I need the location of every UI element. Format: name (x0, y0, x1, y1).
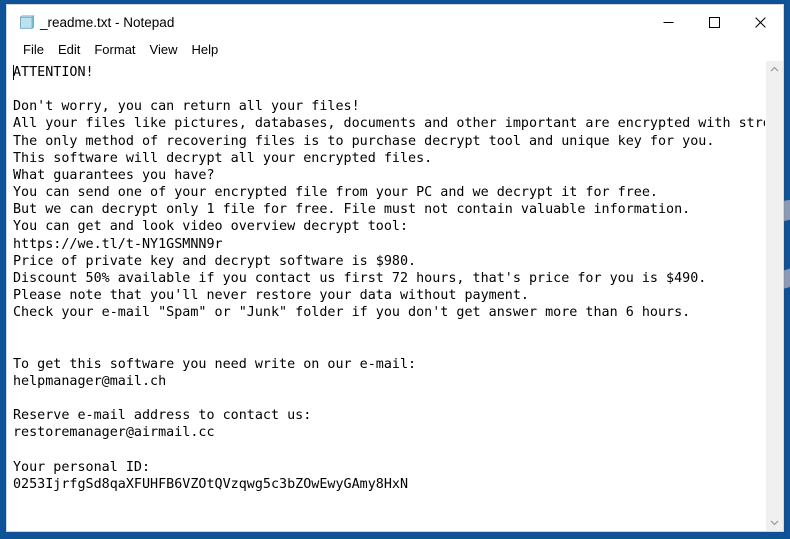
text-editor[interactable]: ATTENTION! Don't worry, you can return a… (7, 61, 765, 531)
window-title: _readme.txt - Notepad (40, 14, 175, 30)
text-caret (13, 65, 14, 80)
close-button[interactable] (737, 5, 783, 39)
scrollbar-track[interactable] (766, 78, 783, 514)
title-bar-left: _readme.txt - Notepad (7, 14, 645, 31)
scroll-down-button[interactable] (766, 514, 783, 531)
editor-area: ATTENTION! Don't worry, you can return a… (7, 61, 783, 531)
notepad-document-icon (19, 14, 35, 29)
chevron-down-icon (770, 520, 779, 526)
menu-item-edit[interactable]: Edit (51, 41, 87, 59)
minimize-icon (663, 21, 673, 23)
vertical-scrollbar[interactable] (765, 61, 783, 531)
menu-item-format[interactable]: Format (87, 41, 142, 59)
scroll-up-button[interactable] (766, 61, 783, 78)
menu-item-view[interactable]: View (143, 41, 185, 59)
maximize-button[interactable] (691, 5, 737, 39)
minimize-button[interactable] (645, 5, 691, 39)
chevron-up-icon (770, 66, 779, 72)
menu-bar: File Edit Format View Help (7, 39, 783, 61)
menu-item-file[interactable]: File (16, 41, 51, 59)
menu-item-help[interactable]: Help (184, 41, 225, 59)
title-bar[interactable]: _readme.txt - Notepad (7, 5, 783, 39)
desktop-background: pcrisk.com _readme.txt - Notepad (0, 0, 790, 539)
maximize-icon (708, 16, 720, 28)
close-icon (754, 16, 766, 28)
notepad-window: _readme.txt - Notepad File Edit Format V… (6, 4, 784, 532)
window-controls (645, 5, 783, 39)
